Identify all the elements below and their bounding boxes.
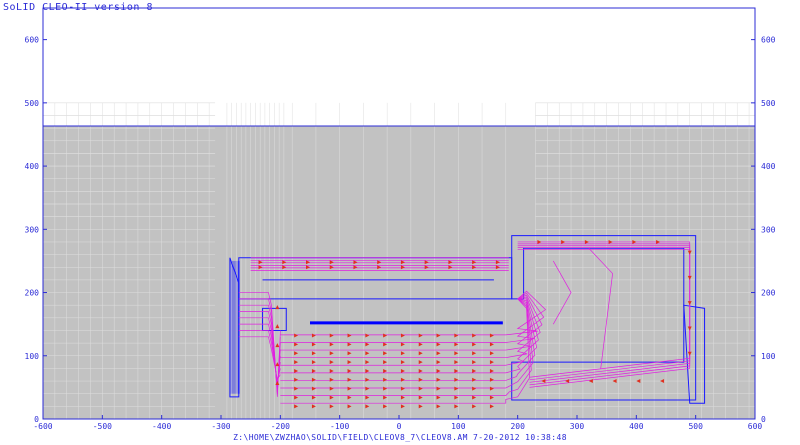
x-tick-label: -100: [330, 422, 349, 431]
y-tick-label-right: 600: [761, 36, 776, 45]
file-path-footer: Z:\HOME\ZWZHAO\SOLID\FIELD\CLEOV8_7\CLEO…: [233, 433, 567, 442]
y-tick-label-right: 300: [761, 225, 776, 234]
y-tick-label-right: 500: [761, 99, 776, 108]
y-tick-label-right: 400: [761, 162, 776, 171]
y-tick-label-right: 100: [761, 352, 776, 361]
y-tick-label-right: 0: [761, 415, 766, 424]
x-tick-label: -300: [211, 422, 230, 431]
x-tick-label: -400: [152, 422, 171, 431]
y-tick-label-left: 300: [25, 225, 40, 234]
x-tick-label: 0: [397, 422, 402, 431]
y-tick-label-left: 200: [25, 289, 40, 298]
y-tick-label-left: 600: [25, 36, 40, 45]
y-tick-label-right: 200: [761, 289, 776, 298]
y-tick-label-left: 400: [25, 162, 40, 171]
x-tick-label: -200: [271, 422, 290, 431]
x-tick-label: 300: [570, 422, 585, 431]
y-tick-label-left: 100: [25, 352, 40, 361]
x-tick-label: 400: [629, 422, 644, 431]
x-tick-label: -500: [93, 422, 112, 431]
x-tick-label: 100: [451, 422, 466, 431]
y-tick-label-left: 0: [34, 415, 39, 424]
y-tick-label-left: 500: [25, 99, 40, 108]
field-plot: -600 -500 -400 -300 -200 -100 0 100 200 300 400 500…: [25, 7, 776, 431]
x-tick-label: 500: [688, 422, 703, 431]
x-tick-label: 200: [510, 422, 525, 431]
